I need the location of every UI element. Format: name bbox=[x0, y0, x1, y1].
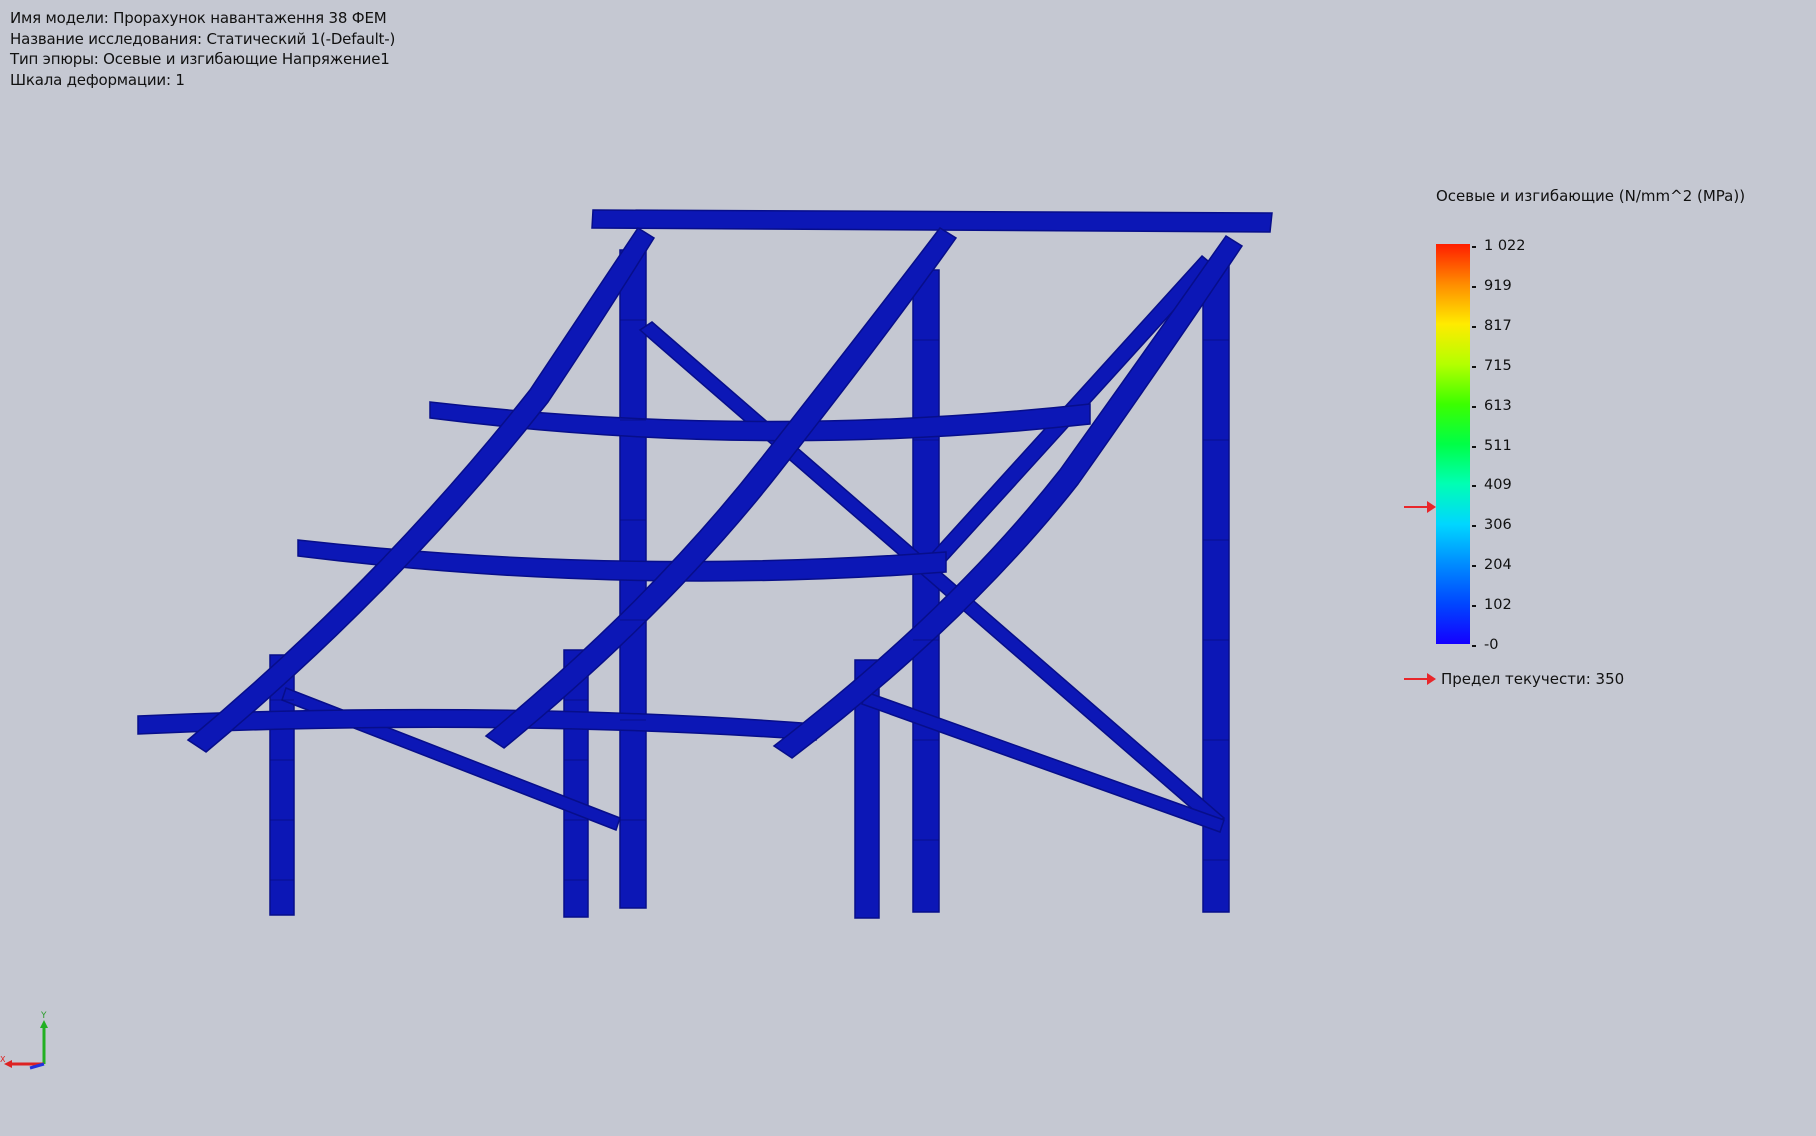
colorbar-tick bbox=[1472, 565, 1476, 568]
colorbar-tick-label: 409 bbox=[1484, 477, 1512, 494]
colorbar-tick bbox=[1472, 246, 1476, 248]
stress-colorbar bbox=[1436, 244, 1470, 644]
colorbar-tick-label: 919 bbox=[1484, 277, 1512, 294]
colorbar-tick-label: 511 bbox=[1484, 437, 1512, 454]
legend-title: Осевые и изгибающие (N/mm^2 (MPa)) bbox=[1436, 187, 1746, 205]
colorbar-tick bbox=[1472, 485, 1476, 488]
colorbar-tick bbox=[1472, 285, 1476, 288]
colorbar-tick bbox=[1472, 605, 1476, 608]
colorbar-tick bbox=[1472, 365, 1476, 368]
triad-x-label: X bbox=[0, 1055, 6, 1064]
colorbar-tick-label: 204 bbox=[1484, 557, 1512, 574]
frame-structure[interactable] bbox=[137, 209, 1273, 919]
yield-arrow-icon bbox=[1404, 501, 1436, 513]
colorbar-tick-label: 102 bbox=[1484, 597, 1512, 614]
colorbar-tick-label: 817 bbox=[1484, 317, 1512, 334]
colorbar-tick bbox=[1472, 525, 1476, 528]
rail-top[interactable] bbox=[591, 209, 1273, 233]
colorbar-tick-label: 1 022 bbox=[1484, 238, 1526, 254]
axis-triad-icon[interactable]: Y X bbox=[0, 1004, 60, 1084]
post[interactable] bbox=[912, 269, 940, 913]
model-viewport[interactable] bbox=[0, 0, 1816, 1136]
colorbar-tick-label: 613 bbox=[1484, 397, 1512, 414]
colorbar-tick bbox=[1472, 645, 1476, 647]
yield-strength-label: Предел текучести: 350 bbox=[1441, 670, 1625, 688]
colorbar-tick bbox=[1472, 445, 1476, 448]
colorbar-tick-label: -0 bbox=[1484, 637, 1499, 653]
triad-y-label: Y bbox=[40, 1011, 47, 1021]
colorbar-tick-label: 715 bbox=[1484, 357, 1512, 374]
colorbar-tick-label: 306 bbox=[1484, 517, 1512, 534]
yield-legend-arrow-icon bbox=[1404, 673, 1436, 685]
yield-strength-row: Предел текучести: 350 bbox=[1403, 670, 1624, 688]
colorbar-tick bbox=[1472, 325, 1476, 328]
colorbar-tick bbox=[1472, 405, 1476, 408]
